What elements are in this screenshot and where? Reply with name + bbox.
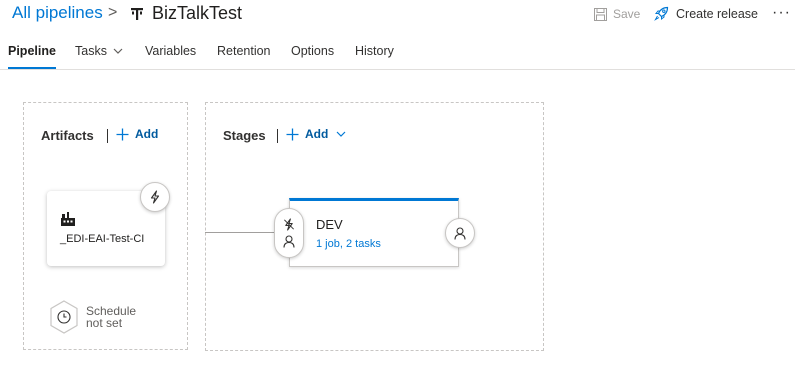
artifact-stage-connector — [205, 232, 277, 233]
person-icon — [454, 226, 466, 240]
tab-pipeline[interactable]: Pipeline — [8, 44, 56, 58]
lightning-icon — [284, 218, 294, 231]
schedule-clock-icon — [50, 300, 78, 334]
add-stage-label: Add — [305, 127, 329, 141]
artifacts-title: Artifacts — [41, 128, 94, 143]
plus-icon — [286, 128, 299, 140]
chevron-down-icon — [336, 131, 346, 137]
tab-tasks[interactable]: Tasks — [75, 44, 123, 58]
post-deployment-approvals-button[interactable] — [445, 218, 475, 248]
lightning-icon — [150, 190, 160, 204]
schedule-label-line2: not set — [86, 316, 123, 330]
build-artifact-icon — [61, 212, 75, 226]
active-tab-indicator — [8, 67, 56, 69]
chevron-down-icon — [114, 48, 123, 54]
tab-tasks-label: Tasks — [75, 44, 107, 58]
continuous-deployment-trigger-button[interactable] — [140, 182, 170, 212]
tab-variables[interactable]: Variables — [145, 44, 196, 58]
stage-name: DEV — [316, 217, 343, 232]
schedule-trigger[interactable]: Schedule not set — [49, 300, 136, 334]
stages-title-divider — [277, 129, 278, 143]
tab-history[interactable]: History — [355, 44, 394, 58]
create-release-label: Create release — [676, 6, 758, 21]
header-bar: All pipelines > BizTalkTest Save Create … — [0, 0, 795, 30]
person-icon — [283, 235, 295, 248]
add-artifact-button[interactable]: Add — [116, 127, 158, 141]
plus-icon — [116, 128, 129, 140]
save-button[interactable]: Save — [594, 7, 640, 21]
stage-card-dev[interactable]: DEV 1 job, 2 tasks — [289, 198, 459, 267]
page-title: BizTalkTest — [152, 3, 243, 23]
artifact-name: _EDI-EAI-Test-CI — [60, 233, 145, 245]
breadcrumb-separator: > — [108, 4, 118, 21]
add-stage-button[interactable]: Add — [286, 127, 346, 141]
release-pipeline-icon — [131, 8, 143, 20]
save-label: Save — [613, 7, 641, 21]
tab-options[interactable]: Options — [291, 44, 334, 58]
breadcrumb-all-pipelines[interactable]: All pipelines — [12, 3, 103, 23]
stages-title: Stages — [223, 128, 266, 143]
artifacts-title-divider — [107, 129, 108, 143]
add-artifact-label: Add — [135, 127, 159, 141]
tab-retention[interactable]: Retention — [217, 44, 271, 58]
tab-bar: Pipeline Tasks Variables Retention Optio… — [0, 38, 795, 70]
save-icon — [594, 7, 607, 21]
create-release-button[interactable]: Create release — [654, 6, 758, 21]
rocket-icon — [654, 6, 669, 21]
more-actions-button[interactable]: ··· — [772, 4, 791, 22]
schedule-label: Schedule not set — [86, 305, 136, 329]
stage-tasks-link[interactable]: 1 job, 2 tasks — [316, 238, 381, 250]
pre-deployment-conditions-button[interactable] — [274, 208, 304, 258]
